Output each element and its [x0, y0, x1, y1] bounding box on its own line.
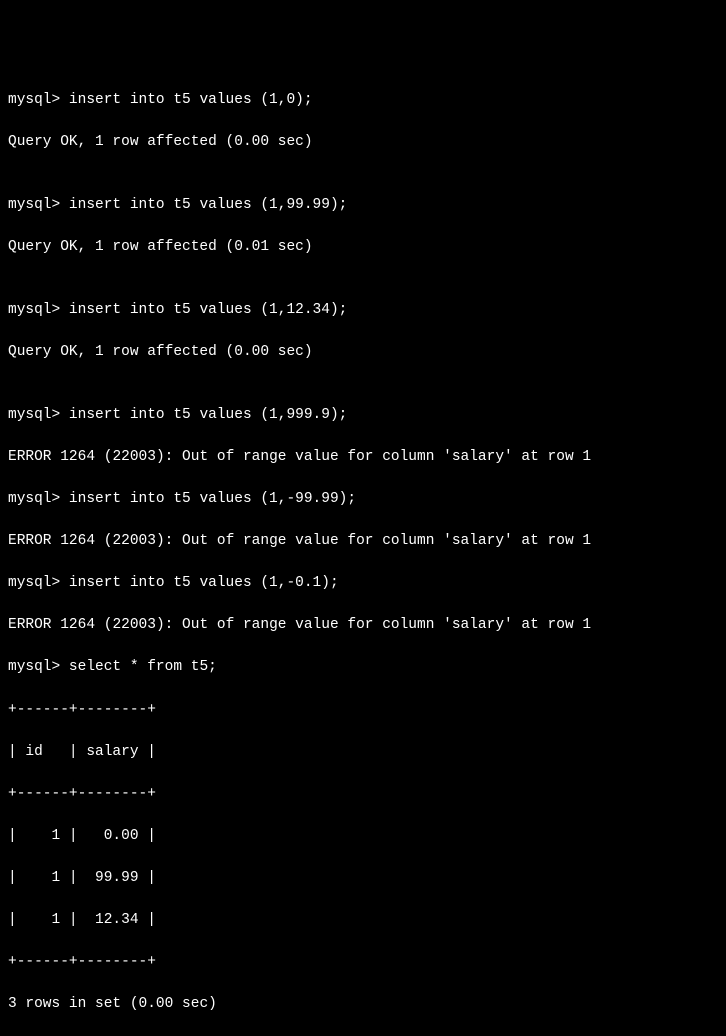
prompt: mysql> [8, 302, 69, 318]
cmd-line: mysql> select * from t5; [8, 657, 718, 678]
error-line: ERROR 1264 (22003): Out of range value f… [8, 447, 718, 468]
result-footer: 3 rows in set (0.00 sec) [8, 994, 718, 1015]
table-header: | id | salary | [8, 742, 718, 763]
cmd-line: mysql> insert into t5 values (1,12.34); [8, 300, 718, 321]
table-row: | 1 | 0.00 | [8, 826, 718, 847]
table-row: | 1 | 99.99 | [8, 868, 718, 889]
cmd-line: mysql> insert into t5 values (1,-99.99); [8, 489, 718, 510]
result-line: Query OK, 1 row affected (0.01 sec) [8, 237, 718, 258]
prompt: mysql> [8, 659, 69, 675]
error-line: ERROR 1264 (22003): Out of range value f… [8, 615, 718, 636]
sql-command: insert into t5 values (1,12.34); [69, 302, 347, 318]
prompt: mysql> [8, 407, 69, 423]
sql-command: select * from t5; [69, 659, 217, 675]
table-border: +------+--------+ [8, 784, 718, 805]
error-line: ERROR 1264 (22003): Out of range value f… [8, 531, 718, 552]
result-line: Query OK, 1 row affected (0.00 sec) [8, 342, 718, 363]
sql-command: insert into t5 values (1,-0.1); [69, 575, 339, 591]
result-line: Query OK, 1 row affected (0.00 sec) [8, 132, 718, 153]
sql-command: insert into t5 values (1,999.9); [69, 407, 347, 423]
sql-command: insert into t5 values (1,-99.99); [69, 491, 356, 507]
cmd-line: mysql> insert into t5 values (1,99.99); [8, 195, 718, 216]
sql-command: insert into t5 values (1,0); [69, 92, 313, 108]
prompt: mysql> [8, 575, 69, 591]
table-border: +------+--------+ [8, 700, 718, 721]
cmd-line: mysql> insert into t5 values (1,-0.1); [8, 573, 718, 594]
sql-command: insert into t5 values (1,99.99); [69, 197, 347, 213]
table-border: +------+--------+ [8, 952, 718, 973]
prompt: mysql> [8, 197, 69, 213]
cmd-line: mysql> insert into t5 values (1,999.9); [8, 405, 718, 426]
cmd-line: mysql> insert into t5 values (1,0); [8, 90, 718, 111]
prompt: mysql> [8, 491, 69, 507]
prompt: mysql> [8, 92, 69, 108]
table-row: | 1 | 12.34 | [8, 910, 718, 931]
